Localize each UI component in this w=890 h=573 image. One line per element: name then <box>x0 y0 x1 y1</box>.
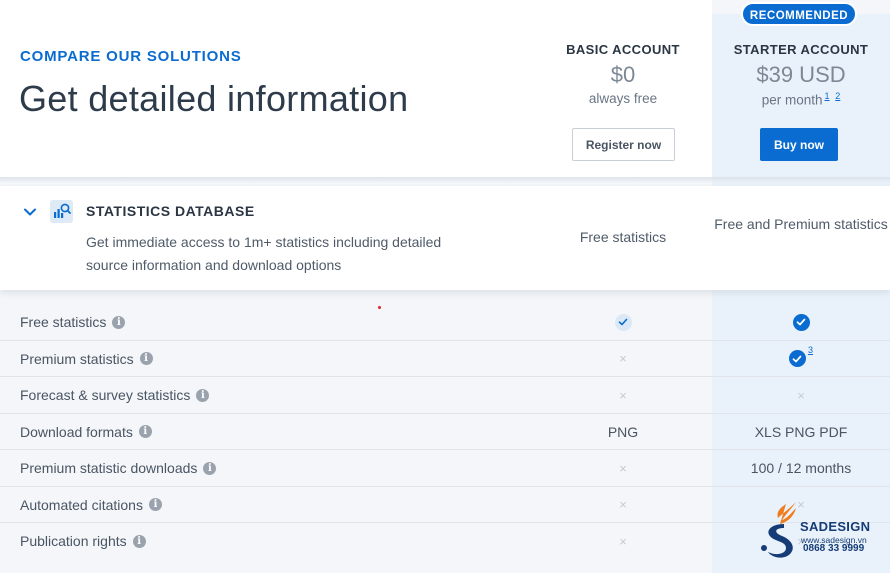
plan-basic-title: BASIC ACCOUNT <box>566 42 680 57</box>
chart-search-icon <box>50 200 73 223</box>
feature-label-text: Download formats <box>20 423 133 440</box>
feature-label: Premium statistics i <box>20 351 153 367</box>
info-icon[interactable]: i <box>132 534 146 548</box>
info-icon[interactable]: i <box>196 388 210 402</box>
category-statistics-database: STATISTICS DATABASE Get immediate access… <box>0 186 890 290</box>
table-row: Premium statistics i × 3 <box>0 341 890 377</box>
pricing-header: COMPARE OUR SOLUTIONS Get detailed infor… <box>0 0 890 183</box>
watermark-brand: SADESIGN <box>800 519 871 534</box>
feature-label-text: Premium statistics <box>20 350 134 367</box>
feature-label-text: Premium statistic downloads <box>20 460 198 476</box>
info-icon[interactable]: i <box>148 498 162 511</box>
page-title: Get detailed information <box>19 78 409 119</box>
starter-cell <box>712 304 890 340</box>
x-icon: × <box>619 351 627 366</box>
x-icon: × <box>619 460 627 476</box>
plan-basic: BASIC ACCOUNT $0 always free <box>548 42 698 106</box>
plan-basic-price: $0 <box>610 62 636 87</box>
category-description: Get immediate access to 1m+ statistics i… <box>86 234 442 273</box>
x-icon: × <box>797 387 805 403</box>
feature-label: Premium statistic downloads i <box>20 460 217 476</box>
feature-label: Automated citations i <box>20 497 162 513</box>
x-icon: × <box>619 387 627 403</box>
recommended-badge: RECOMMENDED <box>741 2 857 26</box>
sadesign-logo-icon <box>761 502 796 558</box>
plan-starter-title: STARTER ACCOUNT <box>733 42 869 57</box>
buy-now-button[interactable]: Buy now <box>760 128 838 161</box>
category-starter-value: Free and Premium statistics <box>714 216 888 232</box>
section-eyebrow: COMPARE OUR SOLUTIONS <box>20 48 242 65</box>
info-icon[interactable]: i <box>139 352 153 365</box>
table-row: Forecast & survey statistics i × × <box>0 377 890 414</box>
check-icon <box>788 350 806 367</box>
x-icon: × <box>619 533 627 549</box>
plan-starter-price: $39 USD <box>756 62 846 87</box>
basic-cell: × <box>548 341 698 377</box>
table-row: Premium statistic downloads i × 100 / 12 … <box>0 450 890 487</box>
info-icon[interactable]: i <box>112 315 126 329</box>
starter-cell: XLS PNG PDF <box>754 423 848 440</box>
header-divider <box>0 177 890 183</box>
chevron-down-icon[interactable] <box>22 204 38 220</box>
feature-label-text: Publication rights <box>20 533 127 549</box>
plan-basic-subtitle: always free <box>588 91 658 106</box>
basic-cell: × <box>548 377 698 413</box>
starter-cell: 3 <box>712 341 890 377</box>
basic-cell: PNG <box>607 423 639 440</box>
basic-cell: × <box>548 523 698 559</box>
table-row: Free statistics i <box>0 304 890 341</box>
check-icon <box>614 313 632 331</box>
table-row: Download formats i PNG XLS PNG PDF <box>0 414 890 450</box>
feature-label: Free statistics i <box>20 314 126 330</box>
basic-cell: × <box>548 450 698 486</box>
feature-label: Publication rights i <box>20 533 146 549</box>
starter-cell: × <box>712 377 890 413</box>
feature-label-text: Forecast & survey statistics <box>20 387 191 403</box>
category-title: STATISTICS DATABASE <box>86 203 255 219</box>
feature-label: Download formats i <box>20 424 152 440</box>
x-icon: × <box>619 497 627 512</box>
category-basic-value: Free statistics <box>579 229 667 245</box>
plan-starter-subtitle: per month <box>761 92 823 108</box>
watermark-phone: 0868 33 9999 <box>803 543 865 554</box>
sadesign-watermark: SADESIGN www.sadesign.vn 0868 33 9999 <box>756 498 886 562</box>
plan-starter-subtitle-row: per month 1 2 <box>712 91 890 108</box>
feature-label-text: Automated citations <box>20 496 143 513</box>
footnote-link-1[interactable]: 1 <box>825 91 830 101</box>
footnote-link-2[interactable]: 2 <box>835 91 840 101</box>
check-icon <box>792 313 810 331</box>
basic-cell <box>548 304 698 340</box>
info-icon[interactable]: i <box>203 461 217 475</box>
basic-cell: × <box>548 487 698 523</box>
info-icon[interactable]: i <box>138 425 152 438</box>
plan-starter: STARTER ACCOUNT $39 USD per month 1 2 <box>712 42 890 108</box>
footnote-link-3[interactable]: 3 <box>808 345 813 355</box>
starter-cell: 100 / 12 months <box>750 460 852 476</box>
register-now-button[interactable]: Register now <box>572 128 675 161</box>
feature-label: Forecast & survey statistics i <box>20 387 210 403</box>
feature-label-text: Free statistics <box>20 314 107 330</box>
